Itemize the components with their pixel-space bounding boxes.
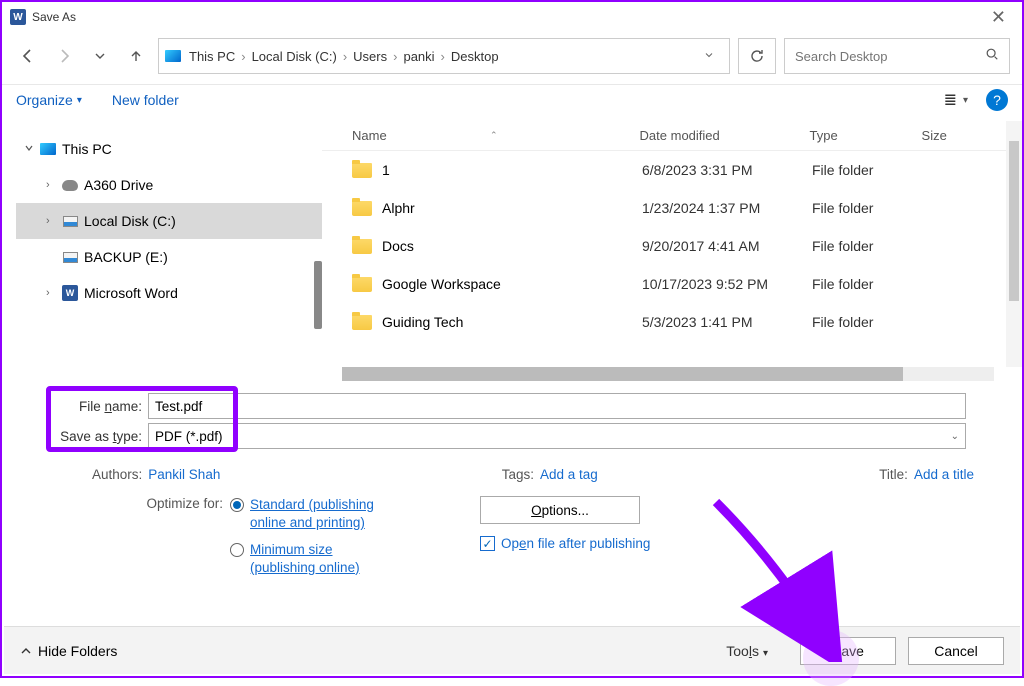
expand-icon[interactable]: › bbox=[46, 179, 60, 191]
authors-value[interactable]: Pankil Shah bbox=[148, 467, 220, 482]
title-value[interactable]: Add a title bbox=[914, 467, 974, 482]
cloud-icon bbox=[62, 180, 78, 191]
expand-icon[interactable]: › bbox=[46, 215, 60, 227]
organize-menu[interactable]: Organize▾ bbox=[16, 92, 82, 108]
vertical-scrollbar[interactable] bbox=[1006, 121, 1022, 367]
hide-folders-button[interactable]: Hide Folders bbox=[20, 643, 117, 659]
back-button[interactable] bbox=[14, 41, 42, 71]
crumb-user[interactable]: panki bbox=[403, 49, 434, 64]
radio-on-icon bbox=[230, 498, 244, 512]
tree-item-word[interactable]: › W Microsoft Word bbox=[16, 275, 322, 311]
tree-this-pc[interactable]: This PC bbox=[16, 131, 322, 167]
nav-row: This PC› Local Disk (C:)› Users› panki› … bbox=[2, 32, 1022, 84]
forward-button[interactable] bbox=[50, 41, 78, 71]
file-row[interactable]: Docs9/20/2017 4:41 AMFile folder bbox=[322, 227, 1022, 265]
filename-input[interactable] bbox=[148, 393, 966, 419]
horizontal-scrollbar[interactable] bbox=[342, 367, 994, 381]
file-row[interactable]: 16/8/2023 3:31 PMFile folder bbox=[322, 151, 1022, 189]
close-icon[interactable]: ✕ bbox=[983, 7, 1014, 28]
filename-label: File name: bbox=[52, 399, 148, 414]
col-modified[interactable]: Date modified bbox=[640, 128, 810, 143]
tools-menu[interactable]: Tools▾ bbox=[726, 643, 768, 659]
sort-icon: ⌃ bbox=[490, 130, 498, 141]
tags-label: Tags: bbox=[502, 467, 534, 482]
folder-icon bbox=[352, 163, 372, 178]
tree-item-a360[interactable]: › A360 Drive bbox=[16, 167, 322, 203]
cancel-button[interactable]: Cancel bbox=[908, 637, 1004, 665]
pc-icon bbox=[40, 143, 56, 155]
radio-minimum[interactable]: Minimum size (publishing online) bbox=[230, 541, 400, 576]
up-button[interactable] bbox=[122, 41, 150, 71]
toolbar: Organize▾ New folder ≣ ▾ ? bbox=[2, 85, 1022, 121]
radio-off-icon bbox=[230, 543, 244, 557]
col-type[interactable]: Type bbox=[810, 128, 922, 143]
new-folder-button[interactable]: New folder bbox=[112, 92, 179, 108]
search-icon bbox=[985, 47, 999, 66]
crumb-desktop[interactable]: Desktop bbox=[451, 49, 499, 64]
crumb-users[interactable]: Users bbox=[353, 49, 387, 64]
folder-icon bbox=[352, 201, 372, 216]
help-icon[interactable]: ? bbox=[986, 89, 1008, 111]
file-row[interactable]: Google Workspace10/17/2023 9:52 PMFile f… bbox=[322, 265, 1022, 303]
folder-icon bbox=[352, 315, 372, 330]
title-label: Title: bbox=[879, 467, 908, 482]
disk-icon bbox=[63, 252, 78, 263]
tree-item-localdisk[interactable]: › Local Disk (C:) bbox=[16, 203, 322, 239]
tree-item-backup[interactable]: BACKUP (E:) bbox=[16, 239, 322, 275]
radio-standard[interactable]: Standard (publishing online and printing… bbox=[230, 496, 400, 531]
col-size[interactable]: Size bbox=[922, 128, 982, 143]
search-input[interactable] bbox=[795, 49, 985, 64]
refresh-button[interactable] bbox=[738, 38, 776, 74]
authors-label: Authors: bbox=[92, 467, 142, 482]
file-list: Name ⌃ Date modified Type Size 16/8/2023… bbox=[322, 121, 1022, 381]
tags-value[interactable]: Add a tag bbox=[540, 467, 598, 482]
file-row[interactable]: Alphr1/23/2024 1:37 PMFile folder bbox=[322, 189, 1022, 227]
titlebar: W Save As ✕ bbox=[2, 2, 1022, 32]
folder-icon bbox=[352, 239, 372, 254]
open-after-checkbox[interactable]: ✓Open file after publishing bbox=[480, 536, 690, 551]
crumb-disk[interactable]: Local Disk (C:) bbox=[252, 49, 337, 64]
word-icon: W bbox=[10, 9, 26, 25]
pc-icon bbox=[165, 50, 181, 62]
word-icon: W bbox=[62, 285, 78, 301]
history-dropdown[interactable] bbox=[86, 41, 114, 71]
search-box[interactable] bbox=[784, 38, 1010, 74]
tree-scrollbar[interactable] bbox=[314, 261, 322, 329]
filetype-label: Save as type: bbox=[52, 429, 148, 444]
tree-pane: This PC › A360 Drive › Local Disk (C:) B… bbox=[2, 121, 322, 381]
window-title: Save As bbox=[32, 10, 76, 24]
collapse-icon[interactable] bbox=[24, 143, 38, 156]
folder-icon bbox=[352, 277, 372, 292]
options-button[interactable]: Options... bbox=[480, 496, 640, 524]
optimize-label: Optimize for: bbox=[122, 496, 230, 511]
view-dropdown[interactable]: ▾ bbox=[963, 95, 968, 106]
checkbox-checked-icon: ✓ bbox=[480, 536, 495, 551]
crumb-this-pc[interactable]: This PC bbox=[189, 49, 235, 64]
address-bar[interactable]: This PC› Local Disk (C:)› Users› panki› … bbox=[158, 38, 730, 74]
file-row[interactable]: Guiding Tech5/3/2023 1:41 PMFile folder bbox=[322, 303, 1022, 341]
view-icon[interactable]: ≣ bbox=[944, 90, 957, 110]
bottom-bar: Hide Folders Tools▾ Save Cancel bbox=[4, 626, 1020, 674]
filetype-select[interactable]: PDF (*.pdf)⌄ bbox=[148, 423, 966, 449]
column-headers[interactable]: Name ⌃ Date modified Type Size bbox=[322, 121, 1022, 151]
expand-icon[interactable]: › bbox=[46, 287, 60, 299]
addr-dropdown[interactable] bbox=[695, 49, 723, 64]
save-form: File name: Save as type: PDF (*.pdf)⌄ Au… bbox=[2, 381, 1022, 586]
disk-icon bbox=[63, 216, 78, 227]
